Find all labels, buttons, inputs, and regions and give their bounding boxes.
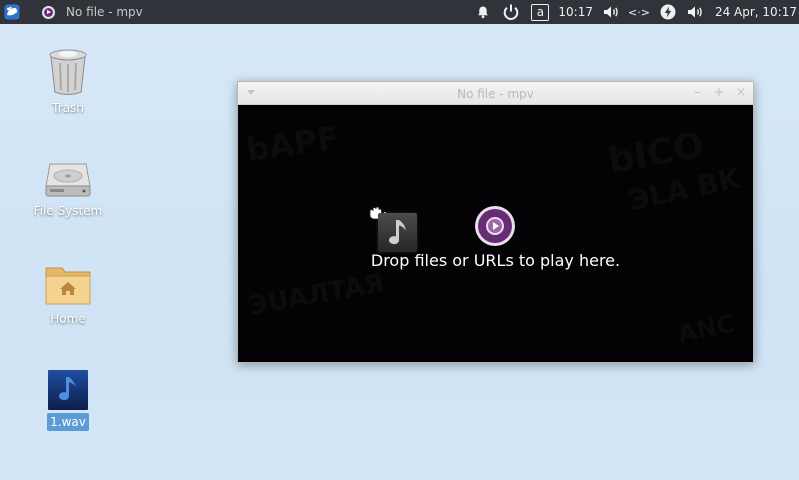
window-title: No file - mpv xyxy=(457,87,534,101)
power-manager-icon[interactable] xyxy=(658,0,678,24)
hard-drive-icon xyxy=(45,163,91,197)
trash-icon xyxy=(49,49,87,95)
dragged-audio-file-icon xyxy=(378,213,417,252)
desktop-icon-label: Home xyxy=(50,312,86,326)
drop-hint-text: Drop files or URLs to play here. xyxy=(370,251,621,270)
video-area[interactable]: bAPF bICO ЭLA BK ЭUAЛTAЯ ANC Drop files … xyxy=(238,105,753,362)
keyboard-layout-label: a xyxy=(531,3,550,21)
minimize-button[interactable]: – xyxy=(689,85,705,101)
background-texture: ЭUAЛTAЯ xyxy=(246,268,387,322)
taskbar-button-mpv[interactable]: No file - mpv xyxy=(34,0,151,24)
audio-file-icon xyxy=(48,370,88,410)
mpv-logo-icon xyxy=(475,206,515,246)
close-button[interactable]: × xyxy=(733,85,749,101)
desktop-icon-label: Trash xyxy=(52,101,84,115)
mpv-window[interactable]: No file - mpv – + × bAPF bICO ЭLA BK ЭUA… xyxy=(237,81,754,363)
mpv-icon xyxy=(42,5,55,19)
maximize-button[interactable]: + xyxy=(711,85,727,101)
home-folder-icon xyxy=(45,267,91,305)
power-icon[interactable] xyxy=(499,0,523,24)
notifications-icon[interactable] xyxy=(473,0,493,24)
desktop-icon-label: 1.wav xyxy=(47,413,89,431)
system-tray: a 10:17 <·> 24 Apr, 10:17 xyxy=(473,0,799,24)
desktop-icon-file-system[interactable]: File System xyxy=(20,160,116,220)
volume-icon[interactable] xyxy=(601,0,623,24)
clock[interactable]: 24 Apr, 10:17 xyxy=(715,0,797,24)
desktop-icon-trash[interactable]: Trash xyxy=(20,47,116,117)
network-icon[interactable]: <·> xyxy=(628,0,650,24)
top-panel: No file - mpv a 10:17 <·> 24 Apr, 10:17 xyxy=(0,0,799,24)
desktop-icon-home[interactable]: Home xyxy=(20,264,116,328)
keyboard-layout-indicator[interactable]: a xyxy=(527,0,553,24)
network-label: <·> xyxy=(628,5,650,19)
volume-icon-secondary[interactable] xyxy=(685,0,707,24)
clock-datetime: 24 Apr, 10:17 xyxy=(714,5,797,19)
background-texture: ANC xyxy=(675,309,737,349)
panel-left: No file - mpv xyxy=(0,0,151,24)
background-texture: bAPF xyxy=(243,118,342,170)
window-titlebar[interactable]: No file - mpv – + × xyxy=(238,82,753,105)
desktop-icon-audio-file[interactable]: 1.wav xyxy=(20,369,116,431)
taskbar-button-label: No file - mpv xyxy=(66,5,143,19)
tray-clock-short[interactable]: 10:17 xyxy=(558,0,593,24)
whisker-menu-button[interactable] xyxy=(0,0,24,24)
desktop-icon-label: File System xyxy=(33,204,103,218)
xfce-mouse-icon xyxy=(4,4,20,20)
tray-time: 10:17 xyxy=(558,5,593,19)
